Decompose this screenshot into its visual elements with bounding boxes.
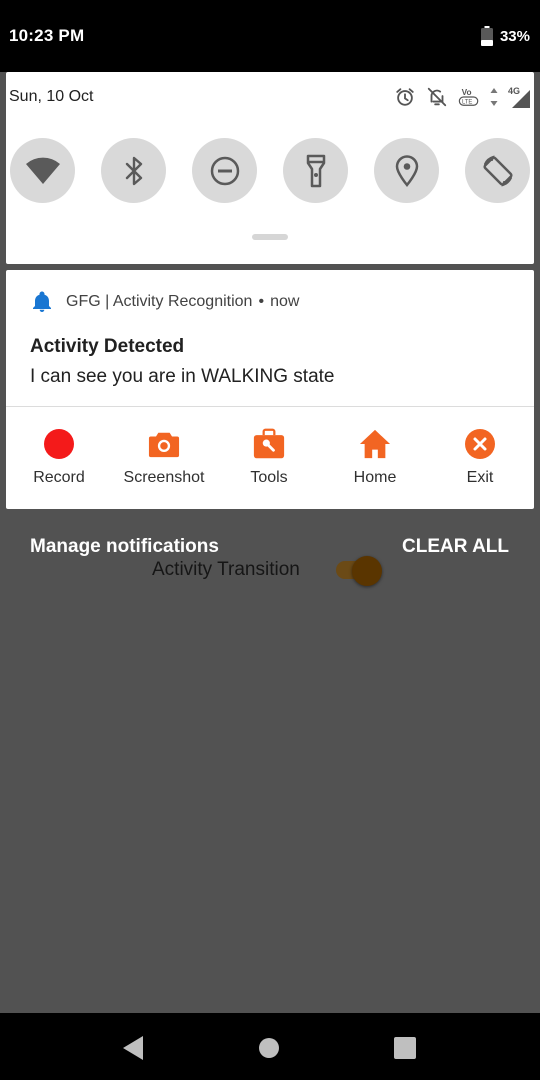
flashlight-icon: [306, 154, 325, 187]
action-screenshot-button[interactable]: Screenshot: [111, 407, 217, 509]
record-icon: [44, 429, 74, 459]
activity-transition-switch[interactable]: [334, 556, 384, 586]
status-right: 33%: [480, 26, 530, 46]
action-home-button[interactable]: Home: [322, 407, 428, 509]
qs-tile-wifi[interactable]: [10, 138, 75, 203]
qs-tile-bluetooth[interactable]: [101, 138, 166, 203]
action-home-label: Home: [353, 469, 397, 486]
quick-settings-panel: Sun, 10 Oct Vo LTE 4G: [6, 72, 534, 264]
qs-tile-auto-rotate[interactable]: [465, 138, 530, 203]
notification-card[interactable]: GFG | Activity Recognition • now Activit…: [6, 270, 534, 509]
qs-tile-flashlight[interactable]: [283, 138, 348, 203]
home-icon: [359, 429, 391, 459]
notification-app-name: GFG | Activity Recognition: [66, 293, 253, 310]
clear-all-button[interactable]: CLEAR ALL: [402, 536, 509, 558]
qs-date: Sun, 10 Oct: [9, 88, 94, 105]
wifi-icon: [25, 157, 60, 184]
qs-status-icons: Vo LTE 4G: [394, 86, 530, 108]
battery-icon: [480, 26, 494, 46]
volte-icon: Vo LTE: [458, 86, 480, 108]
battery-percent: 33%: [499, 27, 530, 45]
qs-tile-location[interactable]: [374, 138, 439, 203]
action-tools-label: Tools: [250, 469, 288, 486]
volte-label: Vo: [462, 88, 472, 97]
nav-recents-button[interactable]: [388, 1031, 422, 1065]
action-exit-button[interactable]: Exit: [427, 407, 533, 509]
action-record-label: Record: [33, 469, 85, 486]
location-icon: [395, 154, 418, 187]
do-not-disturb-off-icon: [426, 86, 448, 108]
notification-title: Activity Detected: [30, 336, 185, 357]
action-tools-button[interactable]: Tools: [216, 407, 322, 509]
nav-home-button[interactable]: [252, 1031, 286, 1065]
home-nav-icon: [259, 1038, 279, 1058]
camera-icon: [148, 432, 180, 458]
auto-rotate-icon: [482, 154, 513, 187]
notification-time: now: [270, 293, 300, 310]
bluetooth-icon: [125, 156, 142, 185]
notification-body: I can see you are in WALKING state: [30, 366, 335, 387]
data-arrows-icon: [490, 87, 498, 107]
status-time: 10:23 PM: [9, 26, 85, 45]
toolbox-icon: [253, 428, 285, 459]
signal-4g-icon: 4G: [508, 86, 530, 108]
qs-tile-dnd[interactable]: [192, 138, 257, 203]
qs-expand-handle[interactable]: [252, 234, 288, 240]
notification-header: GFG | Activity Recognition • now: [30, 290, 299, 314]
navigation-bar: [0, 1013, 540, 1080]
action-exit-label: Exit: [466, 469, 494, 486]
notification-actions: Record Screenshot Tools Home Exit: [6, 407, 534, 509]
cancel-icon: [465, 429, 495, 459]
lte-label: LTE: [462, 100, 472, 106]
switch-thumb: [352, 556, 382, 586]
alarm-icon: [394, 86, 416, 108]
action-record-button[interactable]: Record: [6, 407, 112, 509]
action-screenshot-label: Screenshot: [123, 469, 205, 486]
status-bar: 10:23 PM 33%: [0, 0, 540, 72]
activity-transition-label: Activity Transition: [152, 559, 300, 580]
nav-back-button[interactable]: [116, 1031, 150, 1065]
bell-icon: [33, 291, 51, 312]
back-icon: [123, 1036, 143, 1060]
recents-icon: [394, 1037, 416, 1059]
do-not-disturb-icon: [210, 156, 239, 185]
notification-separator: •: [258, 293, 265, 310]
qs-tiles: [10, 138, 530, 204]
network-label: 4G: [508, 86, 520, 96]
manage-notifications-button[interactable]: Manage notifications: [30, 536, 219, 558]
